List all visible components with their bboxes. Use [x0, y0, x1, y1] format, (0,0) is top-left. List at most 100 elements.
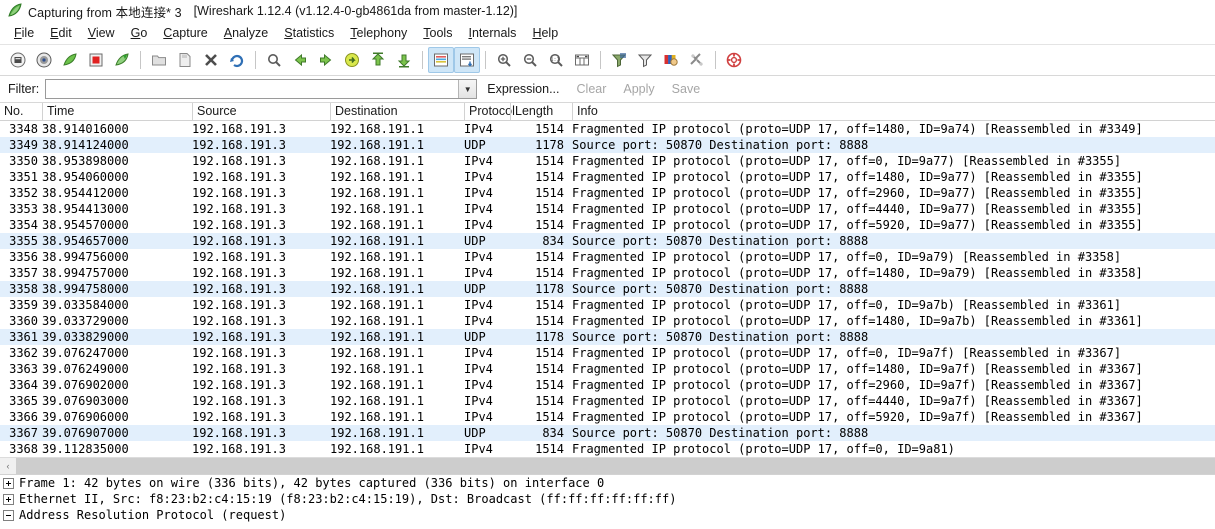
chevron-left-icon[interactable]: ‹: [0, 458, 16, 474]
packet-row[interactable]: 3358 38.994758000 192.168.191.3 192.168.191…: [0, 281, 1215, 297]
go-forward-icon[interactable]: [313, 47, 339, 73]
packet-row[interactable]: 3365 39.076903000 192.168.191.3 192.168.191…: [0, 393, 1215, 409]
menu-item-file[interactable]: File: [6, 24, 42, 42]
start-capture-icon[interactable]: [57, 47, 83, 73]
packet-cell-proto: IPv4: [464, 218, 493, 232]
packet-row[interactable]: 3354 38.954570000 192.168.191.3 192.168.191…: [0, 217, 1215, 233]
menu-item-edit[interactable]: Edit: [42, 24, 80, 42]
packet-cell-dst: 192.168.191.1: [330, 122, 424, 136]
zoom-reset-icon[interactable]: 1:1: [543, 47, 569, 73]
packet-cell-no: 3358: [9, 282, 38, 296]
packet-list-horizontal-scrollbar[interactable]: ‹: [0, 457, 1215, 474]
packet-cell-dst: 192.168.191.1: [330, 426, 424, 440]
help-contents-icon[interactable]: [721, 47, 747, 73]
packet-row[interactable]: 3356 38.994756000 192.168.191.3 192.168.191…: [0, 249, 1215, 265]
packet-cell-dst: 192.168.191.1: [330, 394, 424, 408]
packet-row[interactable]: 3368 39.112835000 192.168.191.3 192.168.191…: [0, 441, 1215, 457]
packet-row[interactable]: 3357 38.994757000 192.168.191.3 192.168.191…: [0, 265, 1215, 281]
packet-row[interactable]: 3355 38.954657000 192.168.191.3 192.168.191…: [0, 233, 1215, 249]
expand-icon[interactable]: [3, 493, 14, 505]
packet-row[interactable]: 3352 38.954412000 192.168.191.3 192.168.191…: [0, 185, 1215, 201]
column-header-info[interactable]: Info: [572, 103, 1215, 120]
packet-cell-len: 1514: [535, 346, 564, 360]
packet-row[interactable]: 3364 39.076902000 192.168.191.3 192.168.191…: [0, 377, 1215, 393]
capture-options-icon[interactable]: [31, 47, 57, 73]
menu-item-analyze[interactable]: Analyze: [216, 24, 276, 42]
packet-cell-len: 1514: [535, 378, 564, 392]
close-file-icon[interactable]: [198, 47, 224, 73]
display-filters-icon[interactable]: [632, 47, 658, 73]
colorize-packet-list-icon[interactable]: [428, 47, 454, 73]
go-to-last-icon[interactable]: [391, 47, 417, 73]
menu-item-telephony[interactable]: Telephony: [342, 24, 415, 42]
go-back-icon[interactable]: [287, 47, 313, 73]
expression-button[interactable]: Expression...: [480, 81, 566, 97]
detail-row[interactable]: Frame 1: 42 bytes on wire (336 bits), 42…: [0, 475, 1215, 491]
column-header-time[interactable]: Time: [42, 103, 192, 120]
expand-icon[interactable]: [3, 477, 14, 489]
menu-item-help[interactable]: Help: [524, 24, 566, 42]
packet-row[interactable]: 3366 39.076906000 192.168.191.3 192.168.191…: [0, 409, 1215, 425]
go-to-first-icon[interactable]: [365, 47, 391, 73]
column-header-src[interactable]: Source: [192, 103, 330, 120]
auto-scroll-live-icon[interactable]: [454, 47, 480, 73]
menu-item-internals[interactable]: Internals: [460, 24, 524, 42]
menu-item-tools[interactable]: Tools: [415, 24, 460, 42]
packet-cell-time: 38.914016000: [42, 122, 129, 136]
menu-item-capture[interactable]: Capture: [155, 24, 215, 42]
packet-row[interactable]: 3351 38.954060000 192.168.191.3 192.168.191…: [0, 169, 1215, 185]
collapse-icon[interactable]: [3, 509, 14, 521]
save-file-icon[interactable]: [172, 47, 198, 73]
packet-cell-len: 1514: [535, 202, 564, 216]
column-header-dst[interactable]: Destination: [330, 103, 464, 120]
menu-item-go[interactable]: Go: [123, 24, 156, 42]
packet-row[interactable]: 3359 39.033584000 192.168.191.3 192.168.191…: [0, 297, 1215, 313]
chevron-down-icon[interactable]: ▼: [458, 80, 477, 98]
packet-row[interactable]: 3362 39.076247000 192.168.191.3 192.168.191…: [0, 345, 1215, 361]
capture-filters-icon[interactable]: [606, 47, 632, 73]
restart-capture-icon[interactable]: [109, 47, 135, 73]
toolbar-separator: [715, 51, 716, 69]
packet-cell-no: 3350: [9, 154, 38, 168]
reload-file-icon[interactable]: [224, 47, 250, 73]
scrollbar-track[interactable]: [16, 458, 1215, 474]
packet-row[interactable]: 3360 39.033729000 192.168.191.3 192.168.191…: [0, 313, 1215, 329]
zoom-out-icon[interactable]: [517, 47, 543, 73]
open-file-icon[interactable]: [146, 47, 172, 73]
interfaces-icon[interactable]: [5, 47, 31, 73]
packet-cell-dst: 192.168.191.1: [330, 410, 424, 424]
menu-item-view[interactable]: View: [80, 24, 123, 42]
zoom-in-icon[interactable]: [491, 47, 517, 73]
column-header-proto[interactable]: Protocol: [464, 103, 515, 120]
packet-row[interactable]: 3353 38.954413000 192.168.191.3 192.168.191…: [0, 201, 1215, 217]
packet-row[interactable]: 3349 38.914124000 192.168.191.3 192.168.191…: [0, 137, 1215, 153]
packet-cell-src: 192.168.191.3: [192, 362, 286, 376]
packet-row[interactable]: 3363 39.076249000 192.168.191.3 192.168.191…: [0, 361, 1215, 377]
packet-cell-len: 1514: [535, 186, 564, 200]
packet-row[interactable]: 3367 39.076907000 192.168.191.3 192.168.191…: [0, 425, 1215, 441]
stop-capture-icon[interactable]: [83, 47, 109, 73]
packet-cell-src: 192.168.191.3: [192, 298, 286, 312]
filter-input[interactable]: [46, 80, 459, 98]
packet-row[interactable]: 3350 38.953898000 192.168.191.3 192.168.191…: [0, 153, 1215, 169]
scrollbar-thumb[interactable]: [16, 458, 1215, 474]
save-button[interactable]: Save: [665, 81, 708, 97]
menu-item-statistics[interactable]: Statistics: [276, 24, 342, 42]
apply-button[interactable]: Apply: [616, 81, 661, 97]
detail-row[interactable]: Ethernet II, Src: f8:23:b2:c4:15:19 (f8:…: [0, 491, 1215, 507]
packet-row[interactable]: 3361 39.033829000 192.168.191.3 192.168.191…: [0, 329, 1215, 345]
column-header-len[interactable]: Length: [510, 103, 572, 120]
clear-button[interactable]: Clear: [570, 81, 614, 97]
resize-columns-icon[interactable]: [569, 47, 595, 73]
find-packet-icon[interactable]: [261, 47, 287, 73]
filter-combobox[interactable]: ▼: [45, 79, 478, 99]
packet-row[interactable]: 3348 38.914016000 192.168.191.3 192.168.191…: [0, 121, 1215, 137]
column-header-no[interactable]: No.: [0, 103, 42, 120]
packet-cell-info: Source port: 50870 Destination port: 888…: [572, 138, 869, 152]
packet-list-rows[interactable]: 3348 38.914016000 192.168.191.3 192.168.191…: [0, 121, 1215, 457]
preferences-icon[interactable]: [684, 47, 710, 73]
detail-row[interactable]: Address Resolution Protocol (request): [0, 507, 1215, 523]
packet-detail-pane[interactable]: Frame 1: 42 bytes on wire (336 bits), 42…: [0, 474, 1215, 523]
coloring-rules-icon[interactable]: [658, 47, 684, 73]
go-to-packet-icon[interactable]: [339, 47, 365, 73]
